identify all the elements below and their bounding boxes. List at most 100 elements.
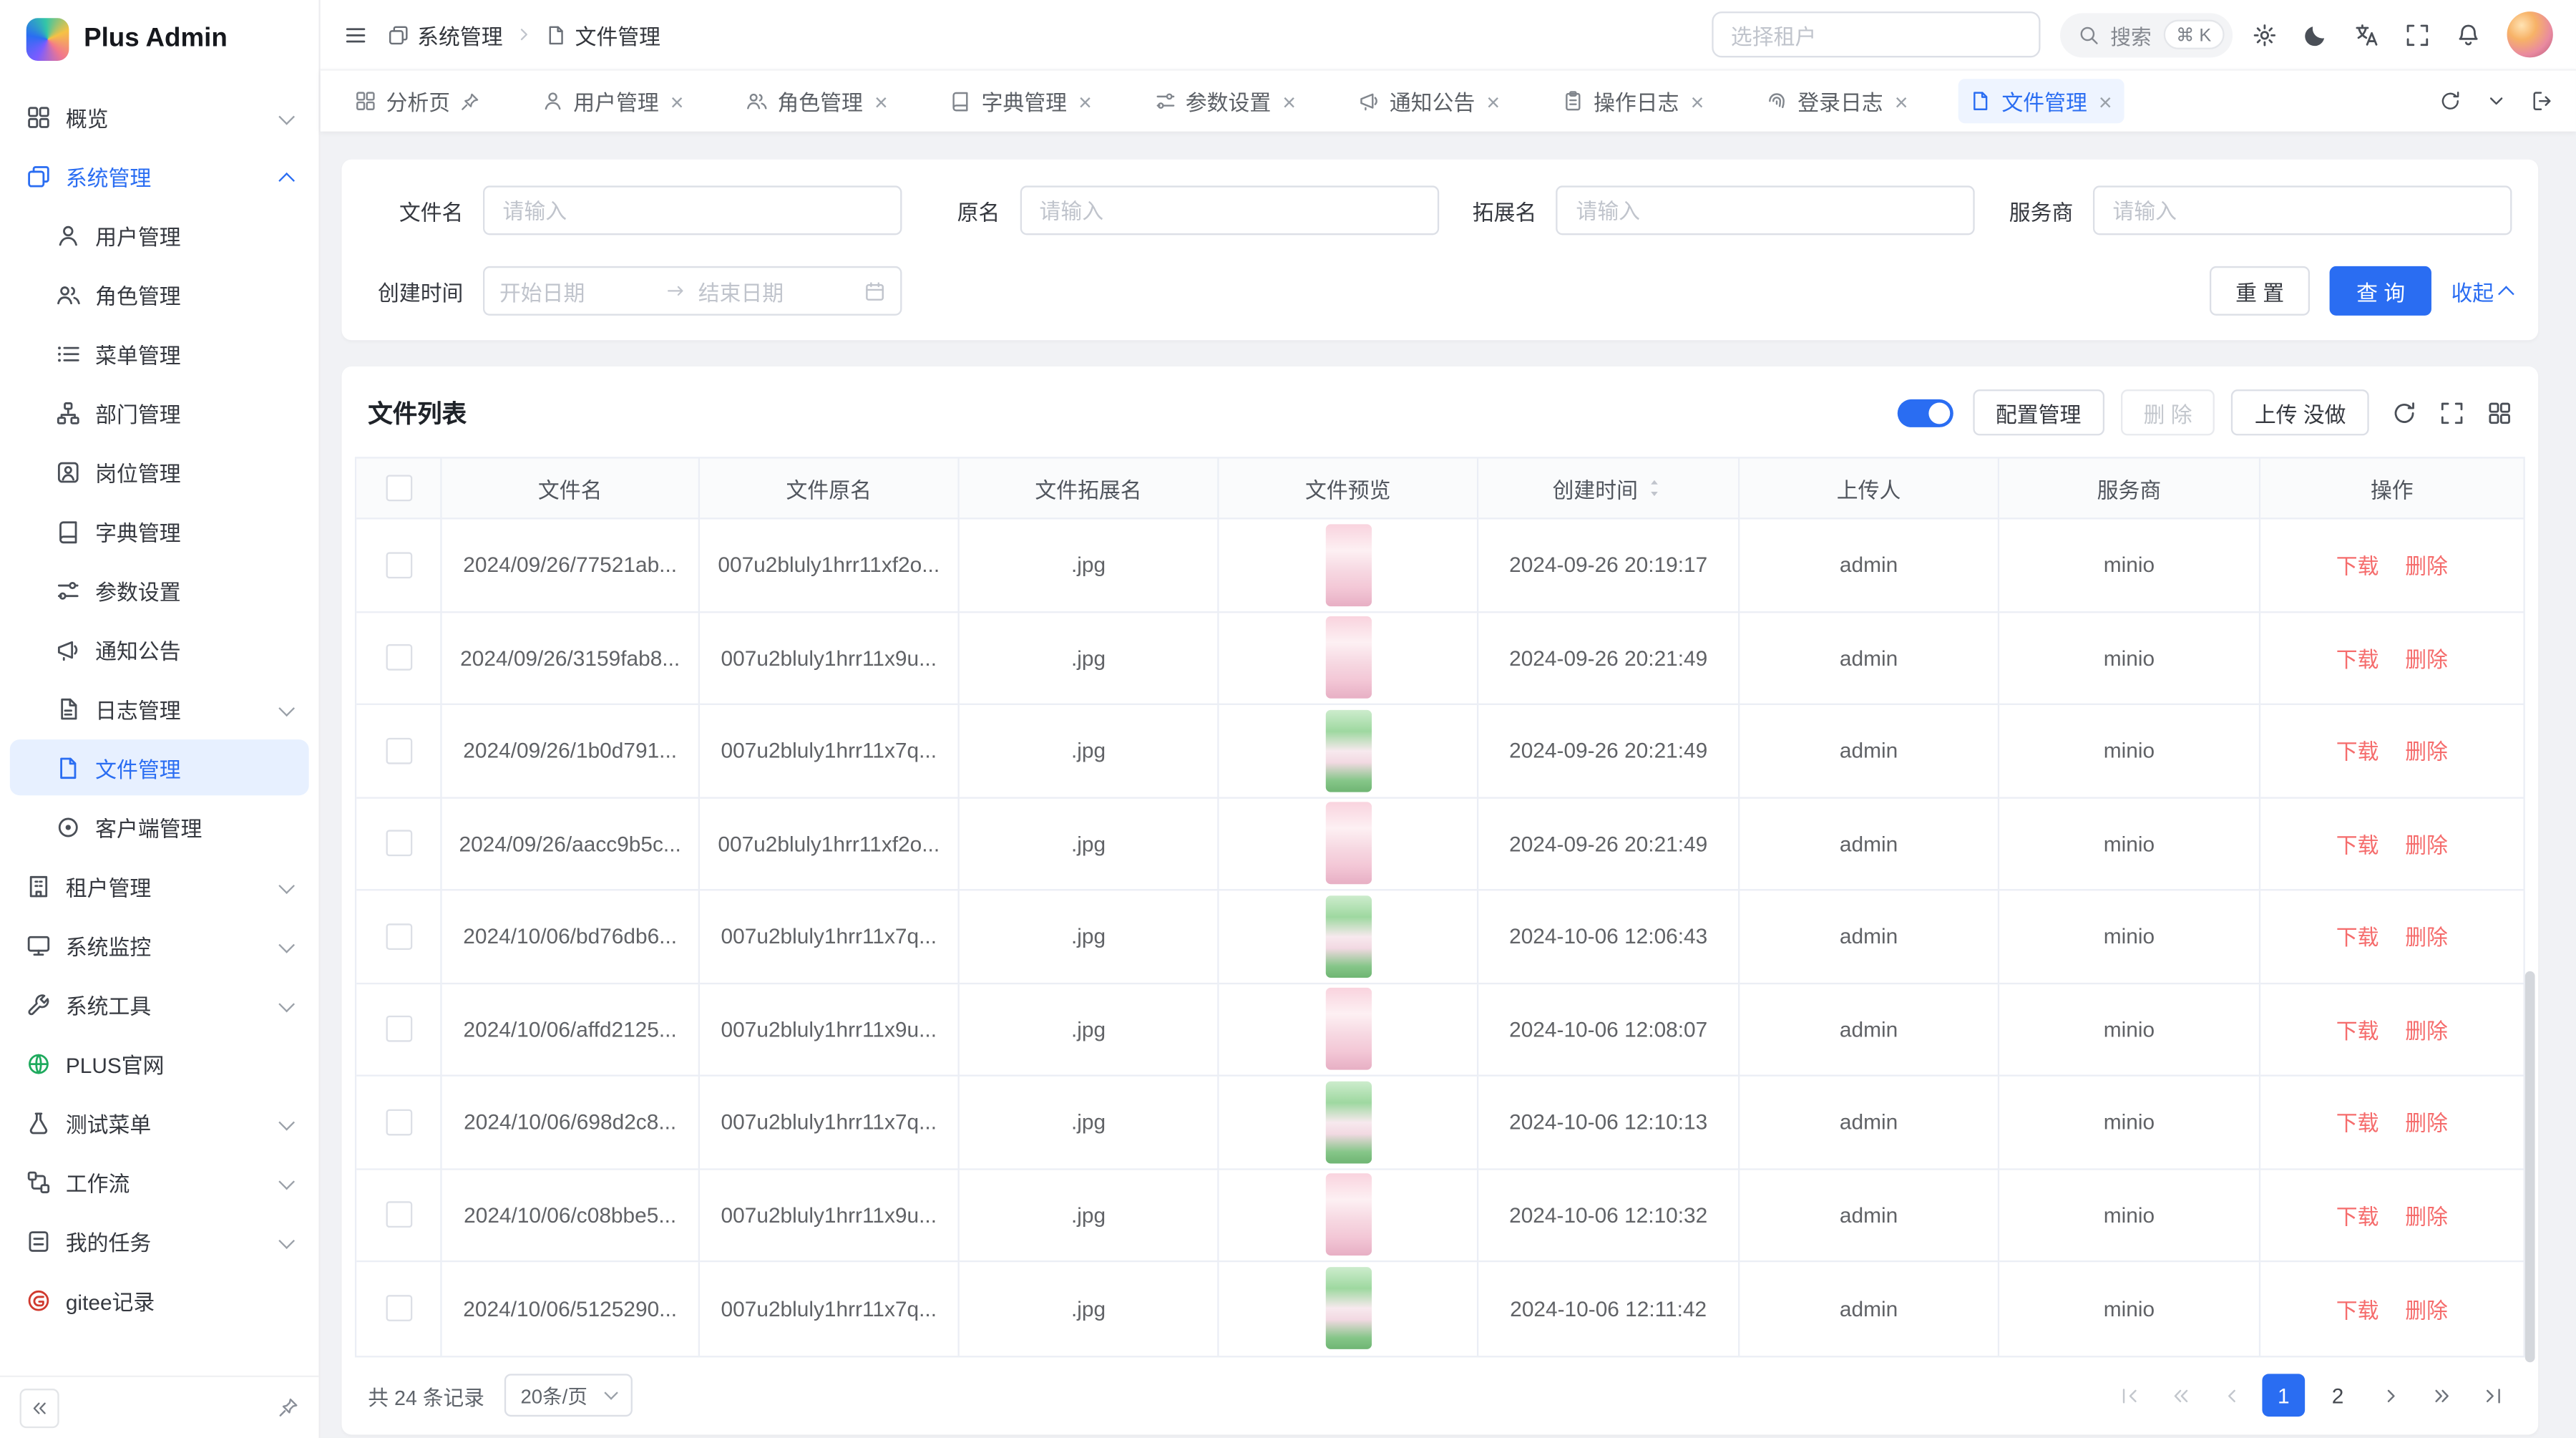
fast-next-icon[interactable] — [2421, 1376, 2461, 1415]
delete-link[interactable]: 删除 — [2405, 1293, 2448, 1324]
tab[interactable]: 用户管理 × — [531, 79, 696, 123]
sidebar-item[interactable]: 参数设置 — [10, 562, 309, 618]
download-link[interactable]: 下载 — [2336, 642, 2379, 674]
sidebar-item[interactable]: 文件管理 — [10, 739, 309, 795]
preview-image[interactable] — [1325, 895, 1371, 978]
delete-link[interactable]: 删除 — [2405, 920, 2448, 952]
tab[interactable]: 文件管理 × — [1959, 79, 2124, 123]
global-search[interactable]: 搜索 ⌘ K — [2059, 12, 2233, 57]
date-range-picker[interactable]: 开始日期 结束日期 — [483, 266, 902, 316]
filter-input[interactable] — [1020, 185, 1438, 235]
preview-image[interactable] — [1325, 988, 1371, 1070]
sidebar-item[interactable]: 系统管理 — [10, 148, 309, 204]
sidebar-item[interactable]: 租户管理 — [10, 858, 309, 913]
sidebar-item[interactable]: 概览 — [10, 89, 309, 145]
preview-image[interactable] — [1325, 1268, 1371, 1350]
table-scrollbar[interactable] — [2525, 971, 2535, 1362]
tab[interactable]: 角色管理 × — [735, 79, 899, 123]
download-link[interactable]: 下载 — [2336, 1293, 2379, 1324]
sidebar-item[interactable]: 我的任务 — [10, 1213, 309, 1268]
upload-button[interactable]: 上传 没做 — [2232, 389, 2369, 435]
download-link[interactable]: 下载 — [2336, 549, 2379, 580]
delete-link[interactable]: 删除 — [2405, 828, 2448, 860]
reset-button[interactable]: 重 置 — [2209, 266, 2310, 316]
prev-page-icon[interactable] — [2211, 1376, 2250, 1415]
config-manage-button[interactable]: 配置管理 — [1973, 389, 2104, 435]
sidebar-item[interactable]: 系统监控 — [10, 917, 309, 973]
delete-link[interactable]: 删除 — [2405, 1199, 2448, 1230]
tab-close-icon[interactable]: × — [1282, 89, 1296, 112]
download-link[interactable]: 下载 — [2336, 1107, 2379, 1138]
download-link[interactable]: 下载 — [2336, 1014, 2379, 1045]
gear-icon[interactable] — [2253, 22, 2277, 47]
tab[interactable]: 分析页 — [343, 79, 492, 123]
app-logo[interactable]: Plus Admin — [0, 0, 318, 79]
filter-input[interactable] — [483, 185, 902, 235]
sidebar-item[interactable]: 菜单管理 — [10, 326, 309, 382]
download-link[interactable]: 下载 — [2336, 735, 2379, 767]
download-link[interactable]: 下载 — [2336, 828, 2379, 860]
tenant-select[interactable]: 选择租户 — [1711, 11, 2039, 57]
sidebar-item[interactable]: 角色管理 — [10, 266, 309, 322]
translate-icon[interactable] — [2354, 22, 2379, 47]
row-checkbox[interactable] — [385, 737, 411, 764]
sidebar-item[interactable]: PLUS官网 — [10, 1035, 309, 1091]
delete-link[interactable]: 删除 — [2405, 642, 2448, 674]
delete-link[interactable]: 删除 — [2405, 549, 2448, 580]
delete-button[interactable]: 删 除 — [2120, 389, 2215, 435]
sidebar-item[interactable]: 岗位管理 — [10, 444, 309, 500]
sidebar-item[interactable]: 工作流 — [10, 1154, 309, 1210]
bell-icon[interactable] — [2456, 22, 2480, 47]
refresh-icon[interactable] — [2392, 400, 2416, 424]
tab-close-icon[interactable]: × — [1078, 89, 1092, 112]
tab-close-icon[interactable]: × — [2099, 89, 2112, 112]
preview-image[interactable] — [1325, 1081, 1371, 1163]
preview-image[interactable] — [1325, 802, 1371, 885]
tab-close-icon[interactable]: × — [1895, 89, 1908, 112]
sidebar-item[interactable]: 通知公告 — [10, 621, 309, 677]
sidebar-item[interactable]: gitee记录 — [10, 1272, 309, 1328]
first-page-icon[interactable] — [2109, 1376, 2149, 1415]
page-size-select[interactable]: 20条/页 — [504, 1374, 633, 1417]
sidebar-item[interactable]: 字典管理 — [10, 503, 309, 559]
next-page-icon[interactable] — [2371, 1376, 2410, 1415]
page-button[interactable]: 1 — [2262, 1374, 2305, 1417]
preview-image[interactable] — [1325, 1174, 1371, 1256]
table-fullscreen-icon[interactable] — [2439, 400, 2464, 424]
preview-image[interactable] — [1325, 709, 1371, 792]
query-button[interactable]: 查 询 — [2330, 266, 2431, 316]
filter-input[interactable] — [2093, 185, 2512, 235]
sidebar-item[interactable]: 系统工具 — [10, 976, 309, 1032]
sort-icon[interactable] — [1644, 478, 1664, 498]
download-link[interactable]: 下载 — [2336, 1199, 2379, 1230]
tab-close-icon[interactable]: × — [874, 89, 888, 112]
tab[interactable]: 参数设置 × — [1143, 79, 1307, 123]
row-checkbox[interactable] — [385, 645, 411, 671]
sidebar-item[interactable]: 部门管理 — [10, 384, 309, 440]
pin-icon[interactable] — [460, 91, 480, 111]
row-checkbox[interactable] — [385, 1296, 411, 1322]
refresh-icon[interactable] — [2439, 90, 2461, 112]
sidebar-pin-icon[interactable] — [278, 1397, 299, 1419]
sidebar-item[interactable]: 客户端管理 — [10, 799, 309, 855]
delete-link[interactable]: 删除 — [2405, 735, 2448, 767]
dark-mode-icon[interactable] — [2303, 22, 2328, 47]
delete-link[interactable]: 删除 — [2405, 1107, 2448, 1138]
tab-close-icon[interactable]: × — [1691, 89, 1704, 112]
column-settings-icon[interactable] — [2487, 400, 2512, 424]
fast-prev-icon[interactable] — [2160, 1376, 2200, 1415]
filter-input[interactable] — [1556, 185, 1975, 235]
tab[interactable]: 字典管理 × — [939, 79, 1103, 123]
page-button[interactable]: 2 — [2316, 1374, 2359, 1417]
preview-image[interactable] — [1325, 524, 1371, 606]
row-checkbox[interactable] — [385, 552, 411, 578]
sidebar-item[interactable]: 日志管理 — [10, 681, 309, 737]
tab[interactable]: 登录日志 × — [1755, 79, 1920, 123]
row-checkbox[interactable] — [385, 830, 411, 857]
menu-toggle-icon[interactable] — [343, 22, 368, 47]
avatar[interactable] — [2507, 11, 2553, 57]
tab[interactable]: 操作日志 × — [1551, 79, 1715, 123]
chevron-down-icon[interactable] — [2486, 90, 2507, 112]
tab-close-icon[interactable]: × — [670, 89, 684, 112]
tab-close-icon[interactable]: × — [1486, 89, 1500, 112]
